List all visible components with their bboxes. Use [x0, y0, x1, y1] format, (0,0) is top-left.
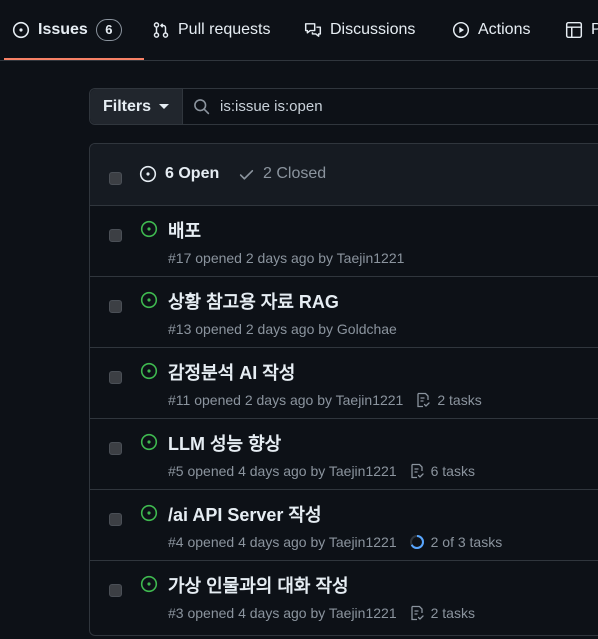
issue-opened-icon: [12, 21, 30, 39]
select-all-checkbox[interactable]: [109, 172, 122, 185]
issue-opened-icon: [140, 220, 158, 238]
issue-opened-icon: [140, 362, 158, 380]
issue-checkbox[interactable]: [109, 300, 122, 313]
issue-row[interactable]: 상황 참고용 자료 RAG #13 opened 2 days ago by G…: [90, 277, 598, 348]
issue-title-link[interactable]: 감정분석 AI 작성: [168, 359, 295, 385]
filters-button-label: Filters: [102, 97, 151, 115]
issue-opened-icon: [140, 433, 158, 451]
task-count: 2 tasks: [437, 392, 482, 408]
issue-search: [183, 89, 598, 124]
issue-meta: #11 opened 2 days ago by Taejin1221 2 ta…: [168, 392, 482, 408]
git-pull-request-icon: [153, 22, 169, 38]
check-icon: [239, 169, 254, 180]
issue-opened-icon: [140, 291, 158, 309]
issue-meta-text: #17 opened 2 days ago by Taejin1221: [168, 250, 405, 266]
issue-list: 6 Open 2 Closed 배포 #17 opened 2 days ago…: [89, 143, 598, 636]
tab-actions[interactable]: Actions: [452, 0, 530, 60]
checklist-icon: [410, 605, 424, 621]
issue-list-header: 6 Open 2 Closed: [90, 144, 598, 206]
progress-circle-icon: [409, 535, 424, 549]
issue-title-link[interactable]: LLM 성능 향상: [168, 430, 281, 456]
closed-count-label: 2 Closed: [263, 165, 327, 182]
task-progress[interactable]: 2 tasks: [409, 605, 475, 621]
tab-actions-label: Actions: [478, 21, 531, 38]
task-progress[interactable]: 2 tasks: [415, 392, 482, 408]
task-count: 2 of 3 tasks: [430, 534, 503, 550]
play-icon: [452, 21, 470, 39]
issue-meta: #4 opened 4 days ago by Taejin1221 2 of …: [168, 534, 502, 550]
issue-row[interactable]: LLM 성능 향상 #5 opened 4 days ago by Taejin…: [90, 419, 598, 490]
tab-discussions-label: Discussions: [330, 21, 416, 38]
tab-issues-label: Issues: [38, 21, 88, 38]
checklist-icon: [417, 392, 431, 408]
tab-pull-requests[interactable]: Pull requests: [152, 0, 271, 60]
open-issues-filter[interactable]: 6 Open: [139, 165, 219, 183]
issue-meta-text: #5 opened 4 days ago by Taejin1221: [168, 463, 397, 479]
closed-issues-filter[interactable]: 2 Closed: [238, 165, 326, 183]
tab-projects-label: P: [591, 21, 598, 38]
issue-opened-icon: [140, 575, 158, 593]
issue-meta-text: #13 opened 2 days ago by Goldchae: [168, 321, 397, 337]
repo-tab-nav: Issues 6 Pull requests Discussions Actio…: [0, 0, 598, 61]
task-progress[interactable]: 6 tasks: [409, 463, 475, 479]
tab-pull-requests-label: Pull requests: [178, 21, 271, 38]
issues-count-badge: 6: [95, 19, 122, 41]
task-progress[interactable]: 2 of 3 tasks: [409, 534, 503, 550]
issue-meta: #3 opened 4 days ago by Taejin1221 2 tas…: [168, 605, 475, 621]
task-count: 2 tasks: [430, 605, 475, 621]
search-icon: [194, 99, 210, 115]
caret-down-icon: [159, 104, 169, 109]
issue-row[interactable]: 감정분석 AI 작성 #11 opened 2 days ago by Taej…: [90, 348, 598, 419]
open-count-label: 6 Open: [165, 165, 220, 182]
tab-discussions[interactable]: Discussions: [304, 0, 415, 60]
issue-row[interactable]: /ai API Server 작성 #4 opened 4 days ago b…: [90, 490, 598, 561]
issue-checkbox[interactable]: [109, 229, 122, 242]
issue-meta: #5 opened 4 days ago by Taejin1221 6 tas…: [168, 463, 475, 479]
filters-dropdown-button[interactable]: Filters: [90, 89, 183, 124]
issue-search-input[interactable]: [220, 98, 520, 115]
issue-title-link[interactable]: 가상 인물과의 대화 작성: [168, 572, 349, 598]
issue-meta-text: #11 opened 2 days ago by Taejin1221: [168, 392, 404, 408]
issue-meta: #17 opened 2 days ago by Taejin1221: [168, 250, 404, 266]
tab-issues[interactable]: Issues 6: [4, 0, 144, 60]
issue-row[interactable]: 배포 #17 opened 2 days ago by Taejin1221: [90, 206, 598, 277]
issue-meta-text: #4 opened 4 days ago by Taejin1221: [168, 534, 397, 550]
checklist-icon: [410, 463, 424, 479]
issue-checkbox[interactable]: [109, 371, 122, 384]
issue-title-link[interactable]: /ai API Server 작성: [168, 501, 322, 527]
issue-opened-icon: [140, 504, 158, 522]
table-icon: [565, 21, 583, 39]
issue-row[interactable]: 가상 인물과의 대화 작성 #3 opened 4 days ago by Ta…: [90, 561, 598, 632]
issue-filter-bar: Filters: [89, 88, 598, 125]
issue-meta: #13 opened 2 days ago by Goldchae: [168, 321, 397, 337]
task-count: 6 tasks: [430, 463, 475, 479]
issue-opened-icon: [139, 165, 157, 183]
issue-checkbox[interactable]: [109, 584, 122, 597]
issue-meta-text: #3 opened 4 days ago by Taejin1221: [168, 605, 397, 621]
issue-checkbox[interactable]: [109, 513, 122, 526]
tab-projects[interactable]: P: [565, 0, 598, 60]
issue-title-link[interactable]: 상황 참고용 자료 RAG: [168, 288, 339, 314]
comment-discussion-icon: [304, 23, 322, 37]
issue-checkbox[interactable]: [109, 442, 122, 455]
issue-title-link[interactable]: 배포: [168, 217, 201, 243]
